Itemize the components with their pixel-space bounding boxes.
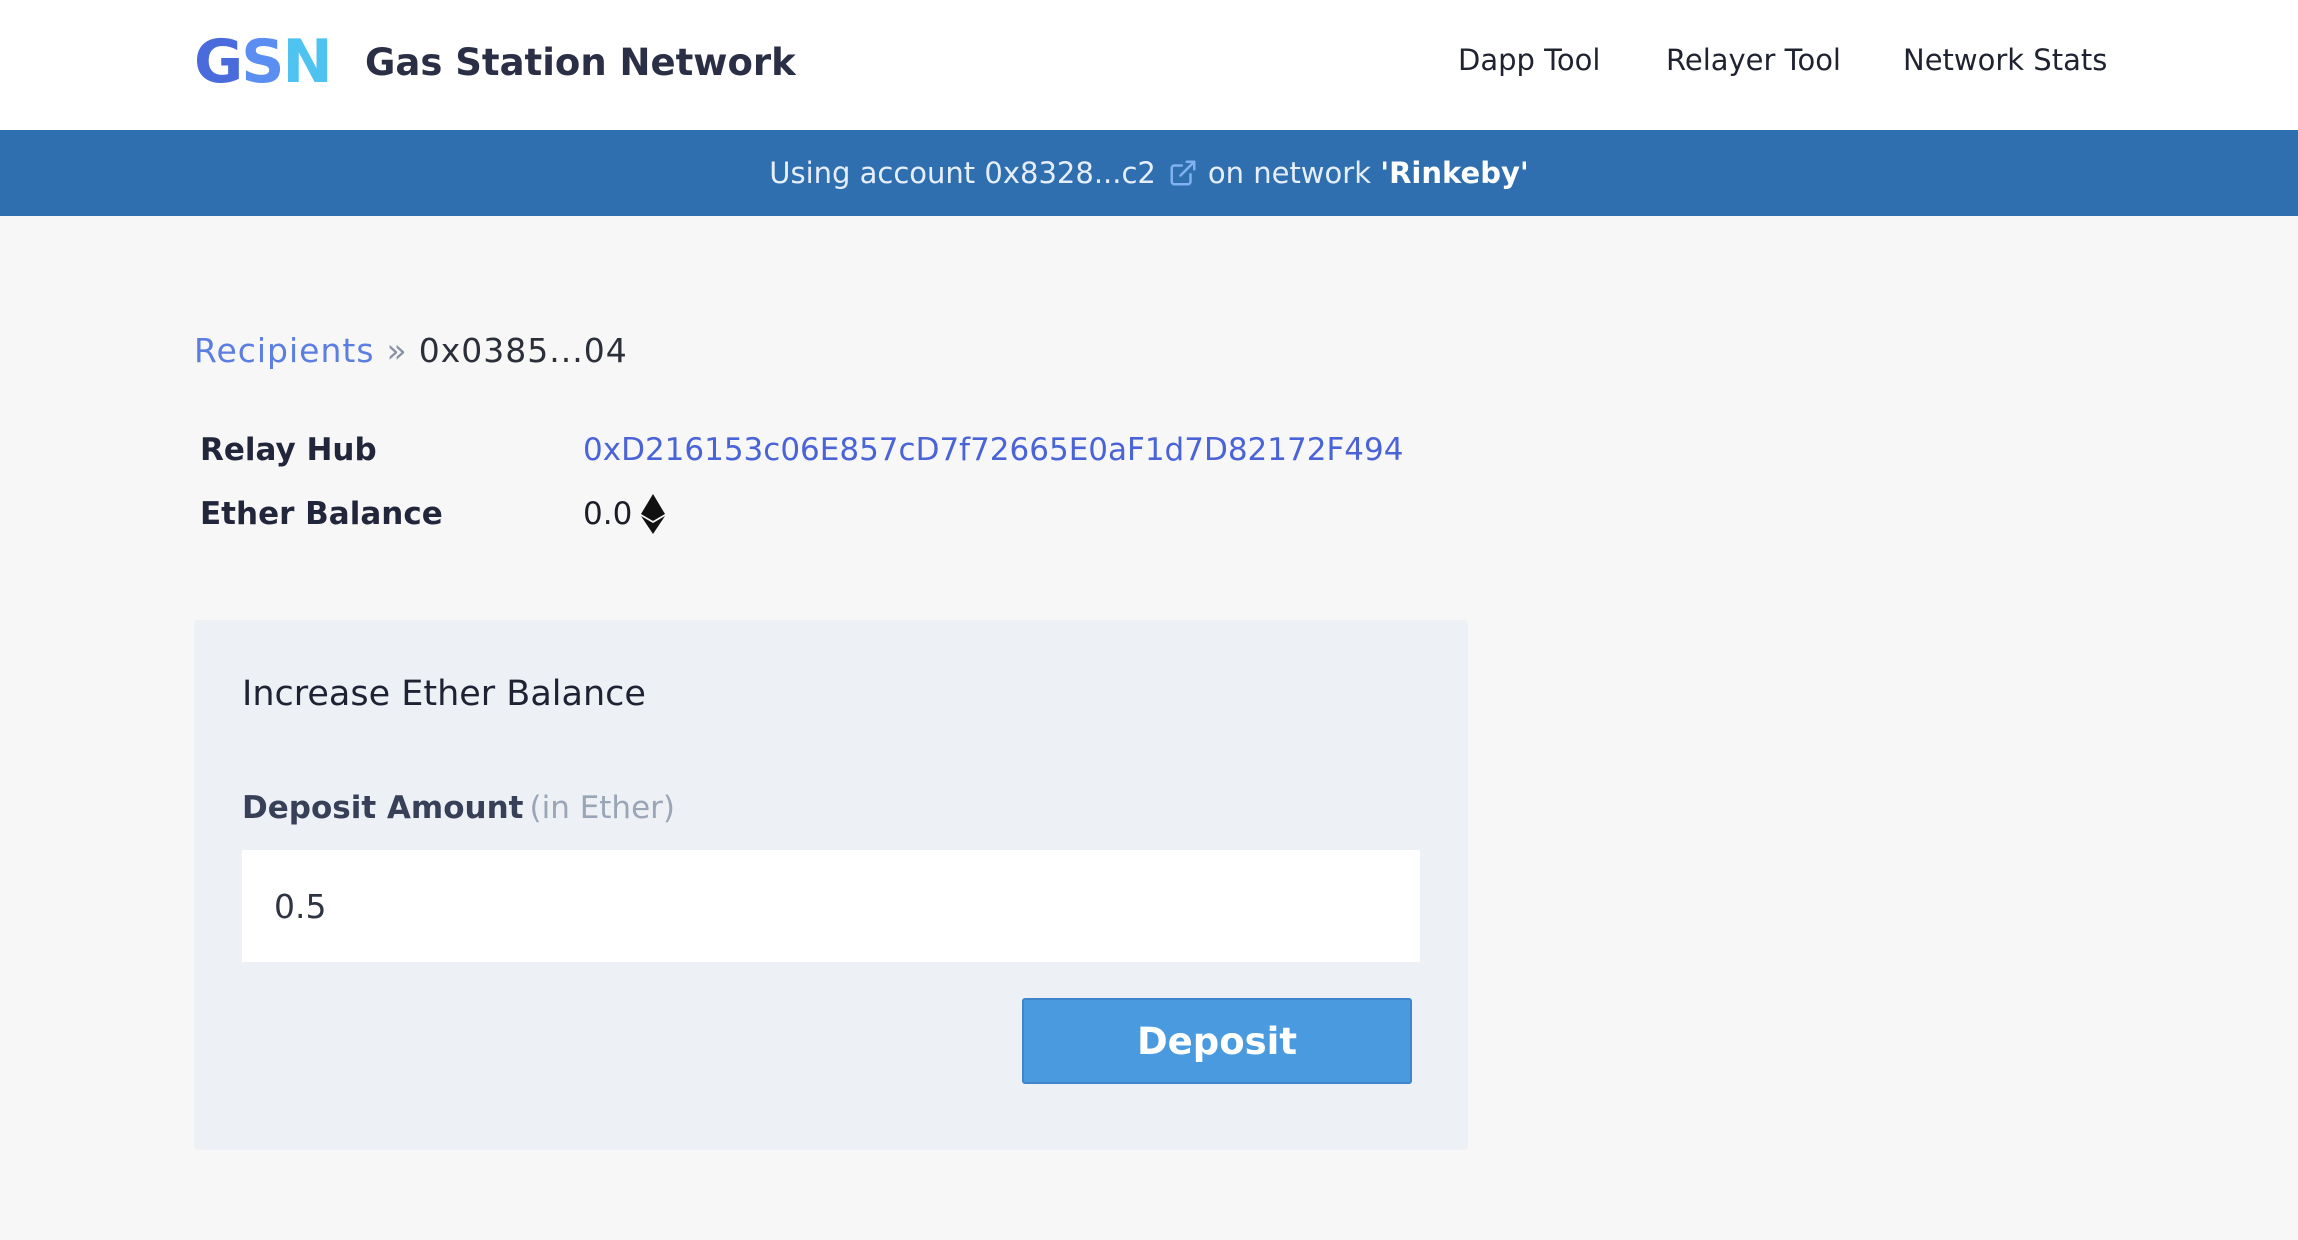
ether-balance-amount: 0.0 — [583, 496, 633, 532]
relay-hub-label: Relay Hub — [200, 432, 377, 468]
deposit-amount-label: Deposit Amount (in Ether) — [242, 786, 675, 830]
breadcrumb-separator: » — [386, 331, 407, 370]
ethereum-icon — [641, 494, 666, 534]
card-title: Increase Ether Balance — [242, 674, 646, 714]
deposit-amount-label-text: Deposit Amount — [242, 790, 524, 826]
breadcrumb: Recipients » 0x0385...04 — [194, 328, 628, 374]
external-link-icon[interactable] — [1168, 158, 1198, 188]
relay-hub-address-link[interactable]: 0xD216153c06E857cD7f72665E0aF1d7D82172F4… — [583, 428, 1403, 472]
site-title: Gas Station Network — [365, 41, 796, 84]
account-text: Using account 0x8328...c2 — [769, 156, 1156, 190]
top-header: GSN Gas Station Network Dapp Tool Relaye… — [0, 0, 2298, 130]
network-name: 'Rinkeby' — [1380, 156, 1529, 190]
increase-balance-card: Increase Ether Balance Deposit Amount (in… — [194, 620, 1468, 1150]
deposit-amount-hint: (in Ether) — [529, 790, 675, 826]
deposit-amount-input[interactable] — [242, 850, 1420, 962]
nav-network-stats[interactable]: Network Stats — [1903, 40, 2107, 80]
gsn-logo-mark: GSN — [194, 27, 333, 97]
nav-relayer-tool[interactable]: Relayer Tool — [1666, 40, 1841, 80]
network-prefix-text: on network — [1207, 156, 1371, 190]
breadcrumb-current: 0x0385...04 — [418, 331, 628, 370]
nav-dapp-tool[interactable]: Dapp Tool — [1458, 40, 1600, 80]
ether-balance-label: Ether Balance — [200, 496, 443, 532]
gsn-logo[interactable]: GSN — [194, 27, 333, 97]
account-banner: Using account 0x8328...c2 on network 'Ri… — [0, 130, 2298, 216]
ether-balance-value: 0.0 — [583, 492, 666, 536]
deposit-button[interactable]: Deposit — [1022, 998, 1412, 1084]
breadcrumb-recipients-link[interactable]: Recipients — [194, 331, 375, 370]
